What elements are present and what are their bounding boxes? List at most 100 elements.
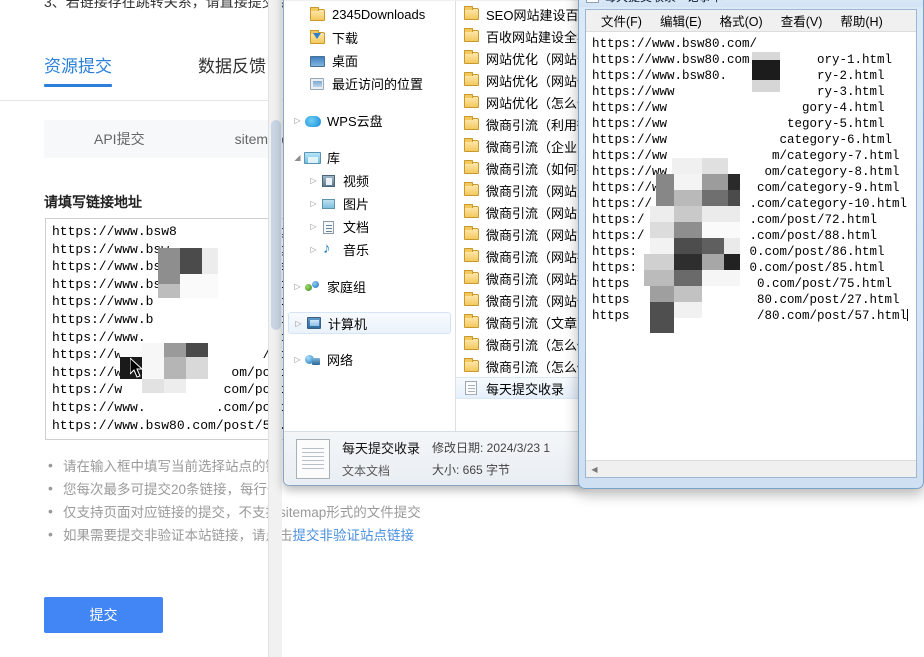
list-item[interactable]: 微商引流（网站内 <box>456 201 584 223</box>
file-label: 微商引流（网站推 <box>486 271 584 287</box>
sidebar-item-recent-places[interactable]: 最近访问的位置 <box>284 72 455 95</box>
chevron-right-icon[interactable]: ▷ <box>293 319 304 328</box>
sidebar-item-music[interactable]: ▷ 音乐 <box>284 238 455 261</box>
chevron-right-icon[interactable]: ▷ <box>292 116 303 125</box>
list-item[interactable]: 微商引流（如何推 <box>456 157 584 179</box>
page-note-truncated: 3、若链接存在跳转关系，请直接提交跳 <box>44 0 290 10</box>
list-item-selected[interactable]: 每天提交收录 <box>456 377 584 399</box>
nav-label: 库 <box>327 151 341 166</box>
notepad-line: https 0.com/post/75.html <box>592 277 893 291</box>
list-item[interactable]: 网站优化（怎么优 <box>456 91 584 113</box>
notepad-text-area[interactable]: https://www.bsw80.com/ https://www.bsw80… <box>586 33 916 459</box>
menu-format[interactable]: 格式(O) <box>711 9 772 32</box>
sidebar-item-wps-cloud[interactable]: ▷ WPS云盘 <box>284 109 455 132</box>
explorer-body: 2345Downloads 下载 桌面 最近访问的位置 ▷ WPS云盘 ◢ 库 … <box>284 1 584 485</box>
submit-button[interactable]: 提交 <box>44 597 163 633</box>
folder-icon <box>462 204 482 220</box>
notepad-title-bar[interactable]: 每天提交收录 - 记事本 <box>579 0 923 7</box>
chevron-right-icon[interactable]: ▷ <box>308 199 319 208</box>
sidebar-item-network[interactable]: ▷ 网络 <box>284 348 455 371</box>
scroll-left-arrow-icon[interactable]: ◀ <box>586 461 603 477</box>
folder-icon <box>308 6 328 23</box>
menu-edit[interactable]: 编辑(E) <box>651 9 711 32</box>
notepad-menu-bar: 文件(F) 编辑(E) 格式(O) 查看(V) 帮助(H) <box>586 10 916 32</box>
chevron-down-icon[interactable]: ◢ <box>292 153 303 162</box>
menu-file[interactable]: 文件(F) <box>592 9 651 32</box>
chevron-right-icon[interactable]: ▷ <box>308 245 319 254</box>
folder-icon <box>462 116 482 132</box>
list-item[interactable]: 微商引流（网站建 <box>456 179 584 201</box>
list-item[interactable]: 网站优化（网站优 <box>456 69 584 91</box>
unverified-site-link[interactable]: 提交非验证站点链接 <box>293 528 415 543</box>
details-meta-column: 修改日期: 2024/3/23 1 大小: 665 字节 <box>432 439 550 478</box>
page-scrollbar[interactable] <box>268 0 282 657</box>
list-item[interactable]: 微商引流（网站推 <box>456 245 584 267</box>
page-scrollbar-thumb[interactable] <box>271 120 281 330</box>
list-item[interactable]: 微商引流（怎么做 <box>456 333 584 355</box>
list-item: 如果需要提交非验证本站链接，请点击提交非验证站点链接 <box>46 523 421 547</box>
sidebar-item-libraries[interactable]: ◢ 库 <box>284 146 455 169</box>
sidebar-item-downloads[interactable]: 下载 <box>284 26 455 49</box>
desktop-icon <box>308 53 328 69</box>
sidebar-item-documents[interactable]: ▷ 文档 <box>284 215 455 238</box>
file-label: 网站优化（网站优 <box>486 73 584 89</box>
chevron-right-icon[interactable]: ▷ <box>292 355 303 364</box>
notepad-line: https:/ .com/post/88.html <box>592 229 878 243</box>
list-item[interactable]: 微商引流（文章更 <box>456 311 584 333</box>
list-item[interactable]: 微商引流（网站推 <box>456 267 584 289</box>
file-label: 微商引流（利用微 <box>486 117 584 133</box>
list-item[interactable]: 百收网站建设全案 <box>456 25 584 47</box>
sidebar-item-homegroup[interactable]: ▷ 家庭组 <box>284 275 455 298</box>
main-tab-bar: 资源提交 数据反馈 <box>44 52 266 87</box>
chevron-right-icon[interactable]: ▷ <box>308 176 319 185</box>
details-modified-date: 修改日期: 2024/3/23 1 <box>432 441 551 455</box>
nav-label: 视频 <box>343 174 370 189</box>
nav-label: 文档 <box>343 220 370 235</box>
video-icon <box>319 173 339 189</box>
notepad-line: https:// .com/category-10.html <box>592 197 908 211</box>
tab-resource-submit[interactable]: 资源提交 <box>44 52 112 87</box>
chevron-right-icon[interactable]: ▷ <box>308 222 319 231</box>
notepad-window: 每天提交收录 - 记事本 文件(F) 编辑(E) 格式(O) 查看(V) 帮助(… <box>578 0 924 489</box>
notepad-line: https://ww m/category-7.html <box>592 149 900 163</box>
sidebar-item-computer[interactable]: ▷ 计算机 <box>288 312 451 334</box>
notepad-line: https: 0.com/post/85.html <box>592 261 885 275</box>
explorer-nav-pane: 2345Downloads 下载 桌面 最近访问的位置 ▷ WPS云盘 ◢ 库 … <box>284 1 456 485</box>
list-item[interactable]: 微商引流（企业网 <box>456 135 584 157</box>
menu-view[interactable]: 查看(V) <box>772 9 832 32</box>
tab-data-feedback[interactable]: 数据反馈 <box>198 52 266 87</box>
subtab-api-submit[interactable]: API提交 <box>94 129 145 149</box>
details-file-name: 每天提交收录 <box>342 441 421 456</box>
list-item[interactable]: 微商引流（网站内 <box>456 223 584 245</box>
chevron-right-icon[interactable]: ▷ <box>292 282 303 291</box>
file-label: 网站优化（网站优 <box>486 51 584 67</box>
menu-help[interactable]: 帮助(H) <box>831 9 891 32</box>
sidebar-item-videos[interactable]: ▷ 视频 <box>284 169 455 192</box>
list-item[interactable]: 微商引流（利用微 <box>456 113 584 135</box>
list-item[interactable]: 微商引流（怎么做 <box>456 355 584 377</box>
notepad-client-area: 文件(F) 编辑(E) 格式(O) 查看(V) 帮助(H) https://ww… <box>585 9 917 478</box>
hint-text: 仅支持页面对应链接的提交，不支持sitemap形式的文件提交 <box>63 505 421 520</box>
recent-places-icon <box>308 76 328 92</box>
list-item[interactable]: 网站优化（网站优 <box>456 47 584 69</box>
folder-icon <box>462 358 482 374</box>
nav-label: 家庭组 <box>327 280 367 295</box>
nav-label: 网络 <box>327 353 354 368</box>
sidebar-item-desktop[interactable]: 桌面 <box>284 49 455 72</box>
file-label: 百收网站建设全案 <box>486 29 584 45</box>
list-item[interactable]: 微商引流（网站优 <box>456 289 584 311</box>
list-item[interactable]: SEO网站建设百度 <box>456 3 584 25</box>
screen-root: 3、若链接存在跳转关系，请直接提交跳 资源提交 数据反馈 API提交 sitem… <box>0 0 924 657</box>
file-label: 微商引流（怎么做 <box>486 359 584 375</box>
sidebar-item-2345downloads[interactable]: 2345Downloads <box>284 3 455 26</box>
hint-text: 您每次最多可提交20条链接，每行一 <box>63 482 281 497</box>
notepad-line: https:/ .com/post/72.html <box>592 213 878 227</box>
notepad-horizontal-scrollbar[interactable]: ◀ <box>586 460 916 477</box>
sidebar-item-pictures[interactable]: ▷ 图片 <box>284 192 455 215</box>
folder-icon <box>462 292 482 308</box>
folder-icon <box>462 28 482 44</box>
notepad-line: https://ww om/category-8.html <box>592 165 900 179</box>
